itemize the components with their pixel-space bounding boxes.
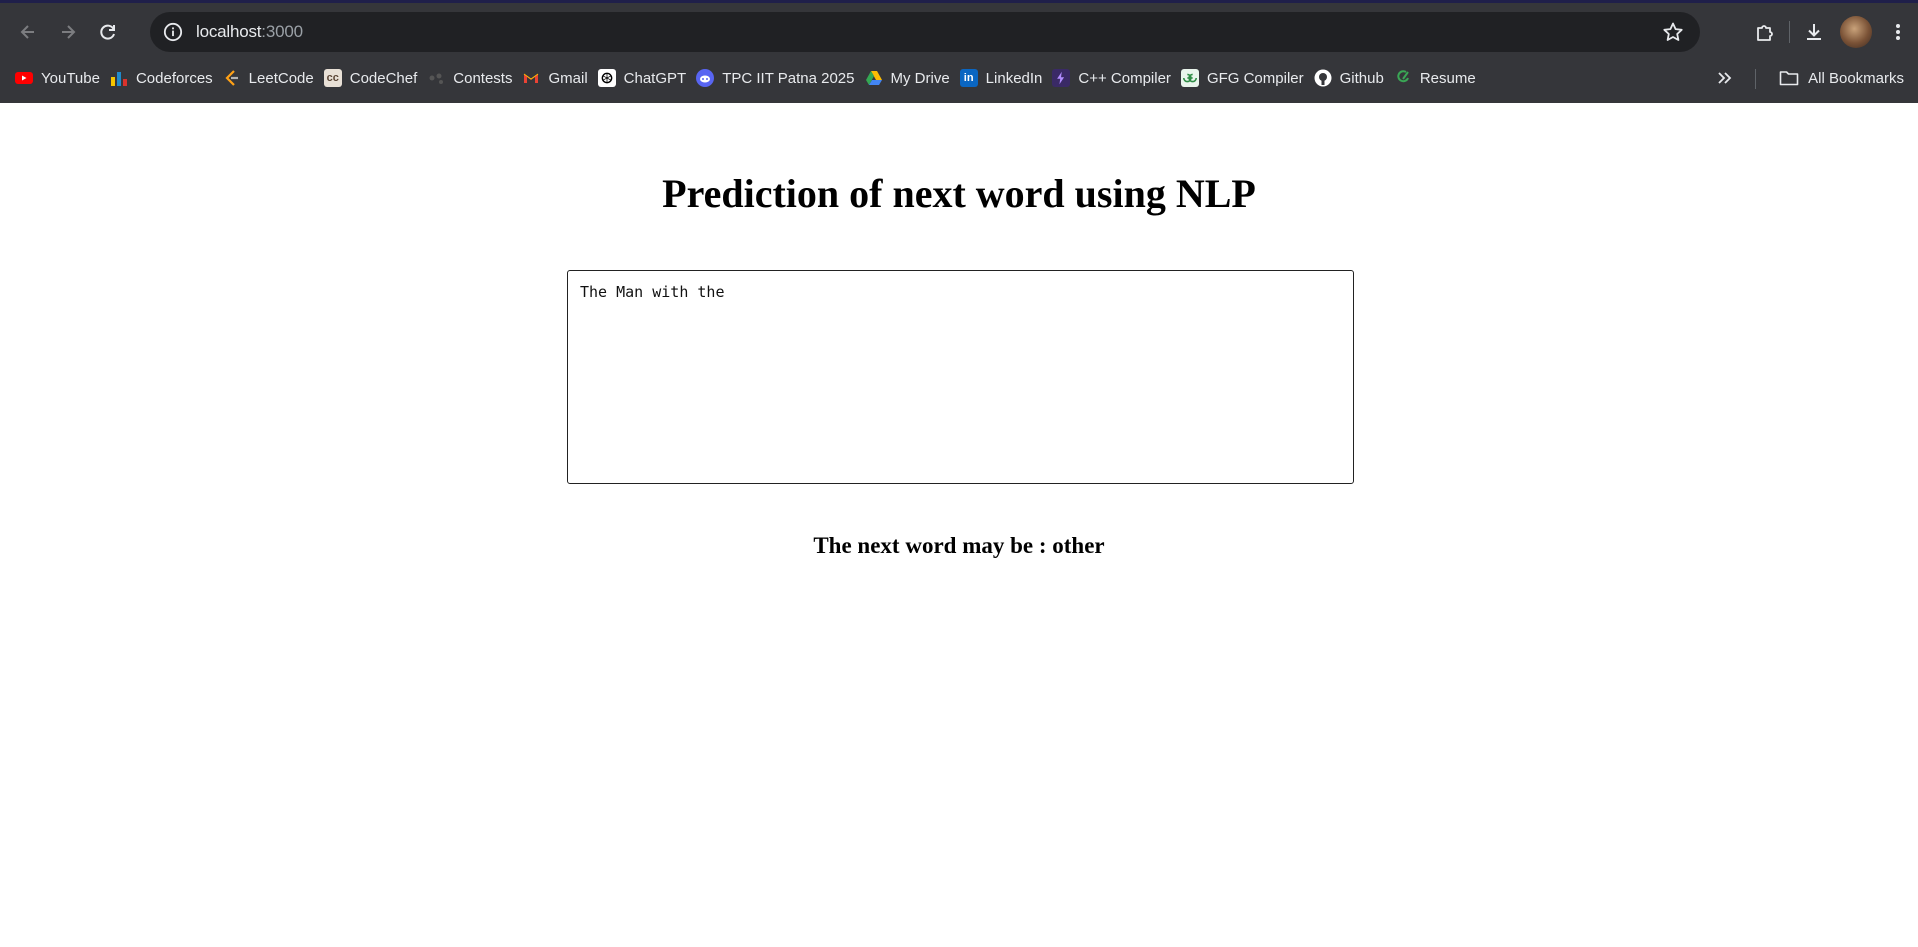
- bookmark-label: My Drive: [890, 69, 950, 87]
- all-bookmarks-button[interactable]: All Bookmarks: [1779, 62, 1918, 94]
- bookmark-label: LeetCode: [248, 69, 314, 87]
- prediction-result: The next word may be : other: [813, 533, 1105, 558]
- bookmark-label: Gmail: [548, 69, 588, 87]
- forward-button[interactable]: [48, 12, 88, 52]
- browser-menu-button[interactable]: [1878, 12, 1918, 52]
- bookmarks-bar: YouTube Codeforces LeetCode cc CodeChef …: [0, 60, 1918, 96]
- puzzle-icon: [1757, 25, 1773, 41]
- contests-icon: [427, 69, 445, 87]
- address-bar[interactable]: localhost:3000: [150, 12, 1700, 52]
- folder-icon: [1779, 69, 1799, 87]
- codechef-icon: cc: [323, 69, 342, 87]
- more-bookmarks-button[interactable]: [1708, 62, 1740, 94]
- bookmark-leetcode[interactable]: LeetCode: [220, 62, 321, 94]
- extensions-button[interactable]: [1745, 12, 1785, 52]
- codeforces-icon: [110, 69, 128, 87]
- arrow-left-icon: [20, 25, 34, 39]
- tab-strip: [0, 0, 1918, 3]
- bookmark-codechef[interactable]: cc CodeChef: [321, 62, 425, 94]
- linkedin-icon: in: [959, 69, 978, 87]
- bookmark-label: ChatGPT: [623, 69, 687, 87]
- reload-icon: [100, 24, 115, 40]
- downloads-button[interactable]: [1794, 12, 1834, 52]
- back-button[interactable]: [8, 12, 48, 52]
- bookmark-label: LinkedIn: [985, 69, 1043, 87]
- bookmarks-divider: [1755, 69, 1756, 89]
- bookmark-label: C++ Compiler: [1078, 69, 1171, 87]
- site-info-icon[interactable]: [162, 21, 184, 43]
- bookmark-chatgpt[interactable]: ChatGPT: [595, 62, 694, 94]
- download-icon: [1807, 24, 1821, 40]
- bookmark-cpp-compiler[interactable]: C++ Compiler: [1049, 62, 1178, 94]
- bookmark-codeforces[interactable]: Codeforces: [107, 62, 220, 94]
- bookmark-label: Contests: [453, 69, 513, 87]
- bookmark-label: YouTube: [41, 69, 100, 87]
- resume-icon: [1394, 69, 1412, 87]
- compiler-icon: [1052, 69, 1071, 87]
- double-chevron-right-icon: [1718, 72, 1732, 84]
- bookmark-linkedin[interactable]: in LinkedIn: [957, 62, 1050, 94]
- bookmark-label: GFG Compiler: [1206, 69, 1304, 87]
- url-port: :3000: [261, 22, 303, 41]
- url-text[interactable]: localhost:3000: [196, 22, 303, 42]
- bookmark-contests[interactable]: Contests: [424, 62, 519, 94]
- browser-toolbar: localhost:3000: [0, 10, 1918, 54]
- page-content: Prediction of next word using NLP The Ma…: [0, 103, 1918, 947]
- toolbar-divider: [1789, 21, 1790, 43]
- url-host: localhost: [196, 22, 262, 41]
- bookmark-my-drive[interactable]: My Drive: [862, 62, 957, 94]
- github-icon: [1314, 69, 1332, 87]
- toolbar-actions: [1745, 10, 1918, 54]
- bookmark-gfg-compiler[interactable]: GFG Compiler: [1178, 62, 1311, 94]
- bookmark-youtube[interactable]: YouTube: [12, 62, 107, 94]
- bookmark-label: CodeChef: [349, 69, 418, 87]
- text-input[interactable]: The Man with the: [567, 270, 1354, 484]
- discord-icon: [696, 69, 715, 87]
- arrow-right-icon: [62, 25, 76, 39]
- youtube-icon: [15, 69, 33, 87]
- profile-avatar[interactable]: [1840, 16, 1872, 48]
- bookmark-label: Resume: [1419, 69, 1476, 87]
- kebab-menu-icon: [1896, 24, 1900, 40]
- bookmark-label: Github: [1339, 69, 1384, 87]
- chatgpt-icon: [597, 69, 616, 87]
- all-bookmarks-label: All Bookmarks: [1808, 69, 1904, 87]
- google-drive-icon: [865, 69, 883, 87]
- bookmark-github[interactable]: Github: [1311, 62, 1391, 94]
- browser-chrome: localhost:3000 YouTube Codeforces LeetCo…: [0, 0, 1918, 103]
- reload-button[interactable]: [88, 12, 128, 52]
- gfg-icon: [1180, 69, 1199, 87]
- bookmark-label: Codeforces: [135, 69, 213, 87]
- leetcode-icon: [223, 69, 241, 87]
- bookmark-resume[interactable]: Resume: [1391, 62, 1483, 94]
- bookmark-gmail[interactable]: Gmail: [519, 62, 594, 94]
- bookmark-label: TPC IIT Patna 2025: [722, 69, 855, 87]
- page-title: Prediction of next word using NLP: [662, 171, 1256, 216]
- gmail-icon: [522, 69, 540, 87]
- bookmark-tpc-iit-patna[interactable]: TPC IIT Patna 2025: [693, 62, 861, 94]
- bookmark-star-icon[interactable]: [1662, 21, 1684, 43]
